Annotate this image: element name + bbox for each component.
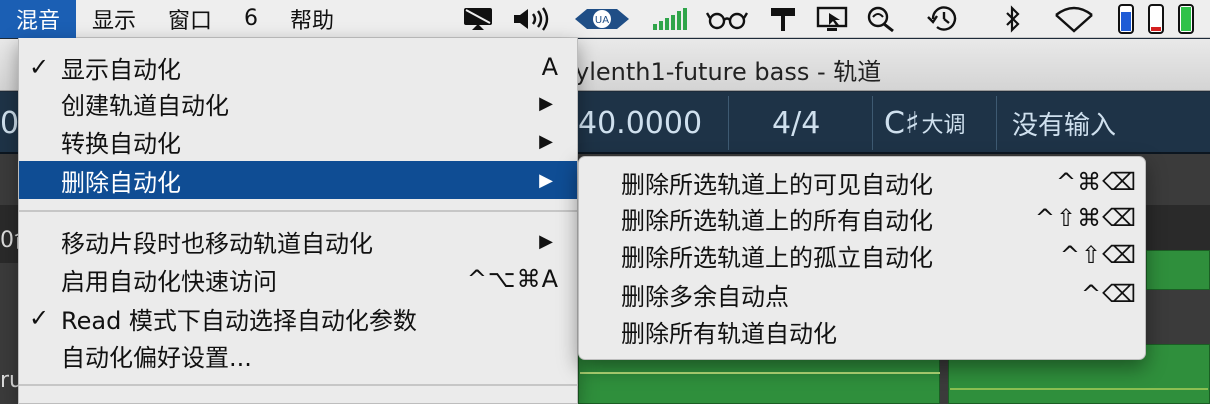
svg-text:UA: UA (595, 15, 609, 26)
menu-item-automation-preferences[interactable]: 自动化偏好设置... (19, 336, 577, 374)
window-title: ylenth1-future bass - 轨道 (575, 58, 882, 86)
menubar-mix[interactable]: 混音 (0, 0, 77, 38)
menu-item-label: 自动化偏好设置... (61, 343, 252, 372)
menu-item-read-mode-auto-select[interactable]: ✓ Read 模式下自动选择自动化参数 (19, 299, 577, 337)
magnifier-icon[interactable] (864, 4, 898, 34)
menubar: 混音 显示 窗口 6 帮助 UA (0, 0, 1210, 38)
battery-blue-icon (1116, 4, 1136, 34)
checkmark-icon: ✓ (29, 304, 50, 332)
glasses-icon[interactable] (705, 4, 749, 34)
lcd-input-status: 没有输入 (1012, 110, 1117, 141)
menu-item-label: 显示自动化 (61, 55, 181, 84)
menu-item-label: 删除所选轨道上的所有自动化 (621, 206, 933, 235)
submenu-item-delete-all-track-automation[interactable]: 删除所有轨道自动化 (579, 312, 1145, 350)
display-icon[interactable] (460, 4, 496, 34)
submenu-arrow-icon: ▶ (539, 130, 553, 152)
automation-line (580, 372, 940, 374)
delete-automation-submenu: 删除所选轨道上的可见自动化 ^⌘⌫ 删除所选轨道上的所有自动化 ^⇧⌘⌫ 删除所… (578, 156, 1146, 360)
menu-item-move-track-automation-with-regions[interactable]: 移动片段时也移动轨道自动化 ▶ (19, 222, 577, 260)
menu-item-shortcut: ^⇧⌘⌫ (1034, 204, 1137, 232)
lcd-key-mode: 大调 (921, 113, 966, 138)
lcd-key[interactable]: C♯ 大调 (884, 92, 965, 154)
menubar-view[interactable]: 显示 (76, 0, 152, 38)
menu-item-shortcut: ^⇧⌫ (1059, 241, 1137, 269)
menu-item-shortcut: ^⌥⌘A (466, 265, 559, 293)
menu-item-shortcut: ^⌫ (1080, 280, 1137, 308)
bluetooth-icon[interactable] (1000, 4, 1026, 34)
menu-item-show-automation[interactable]: ✓ 显示自动化 A (19, 48, 577, 86)
menu-item-label: 启用自动化快速访问 (61, 267, 277, 296)
menu-separator (19, 210, 577, 212)
menu-item-label: 转换自动化 (61, 129, 181, 158)
time-machine-icon[interactable] (924, 4, 962, 34)
screen-capture-icon[interactable] (814, 4, 850, 34)
signal-bars-icon (650, 4, 690, 34)
menu-item-shortcut: A (541, 53, 559, 81)
lcd-key-note: C♯ (884, 105, 920, 141)
menu-item-label: 创建轨道自动化 (61, 91, 229, 120)
battery-red-icon (1146, 4, 1166, 34)
menubar-window[interactable]: 窗口 (152, 0, 228, 38)
menu-item-delete-automation[interactable]: 删除自动化 ▶ (19, 161, 577, 199)
menu-item-label: Read 模式下自动选择自动化参数 (61, 306, 417, 335)
menu-item-create-track-automation[interactable]: 创建轨道自动化 ▶ (19, 84, 577, 122)
submenu-item-delete-redundant-points[interactable]: 删除多余自动点 ^⌫ (579, 275, 1145, 313)
audio-region[interactable] (1146, 250, 1210, 290)
lcd-divider (728, 96, 729, 150)
menubar-help[interactable]: 帮助 (274, 0, 350, 38)
lcd-divider (996, 96, 997, 150)
lcd-left-digit: 0 (0, 105, 20, 141)
submenu-arrow-icon: ▶ (539, 230, 553, 252)
battery-green-icon (1176, 4, 1196, 34)
submenu-item-delete-orphan-automation[interactable]: 删除所选轨道上的孤立自动化 ^⇧⌫ (579, 236, 1145, 274)
paint-roller-icon[interactable] (768, 4, 798, 34)
universal-audio-icon[interactable]: UA (572, 4, 632, 34)
checkmark-icon: ✓ (29, 53, 50, 81)
automation-line (950, 388, 1208, 390)
menu-item-label: 删除所有轨道自动化 (621, 319, 837, 348)
volume-icon[interactable] (510, 4, 554, 34)
menubar-6[interactable]: 6 (228, 0, 274, 38)
menu-item-label: 删除所选轨道上的可见自动化 (621, 170, 933, 199)
menu-item-label: 删除所选轨道上的孤立自动化 (621, 243, 933, 272)
menu-item-enable-automation-quick-access[interactable]: 启用自动化快速访问 ^⌥⌘A (19, 260, 577, 298)
menu-item-label: 删除多余自动点 (621, 282, 789, 311)
menu-item-shortcut: ^⌘⌫ (1055, 168, 1137, 196)
wifi-icon[interactable] (1052, 4, 1096, 34)
submenu-item-delete-visible-automation[interactable]: 删除所选轨道上的可见自动化 ^⌘⌫ (579, 163, 1145, 201)
lcd-divider (872, 96, 873, 150)
menu-item-label: 移动片段时也移动轨道自动化 (61, 229, 373, 258)
submenu-item-delete-all-automation-selected[interactable]: 删除所选轨道上的所有自动化 ^⇧⌘⌫ (579, 199, 1145, 237)
submenu-arrow-icon: ▶ (539, 169, 553, 191)
lcd-tempo[interactable]: 40.0000 (578, 92, 702, 154)
menu-item-convert-automation[interactable]: 转换自动化 ▶ (19, 122, 577, 160)
menu-item-label: 删除自动化 (61, 168, 181, 197)
mix-menu: ✓ 显示自动化 A 创建轨道自动化 ▶ 转换自动化 ▶ 删除自动化 ▶ 移动片段… (18, 38, 578, 404)
lcd-time-signature[interactable]: 4/4 (772, 92, 820, 154)
submenu-arrow-icon: ▶ (539, 92, 553, 114)
menu-separator (19, 384, 577, 386)
